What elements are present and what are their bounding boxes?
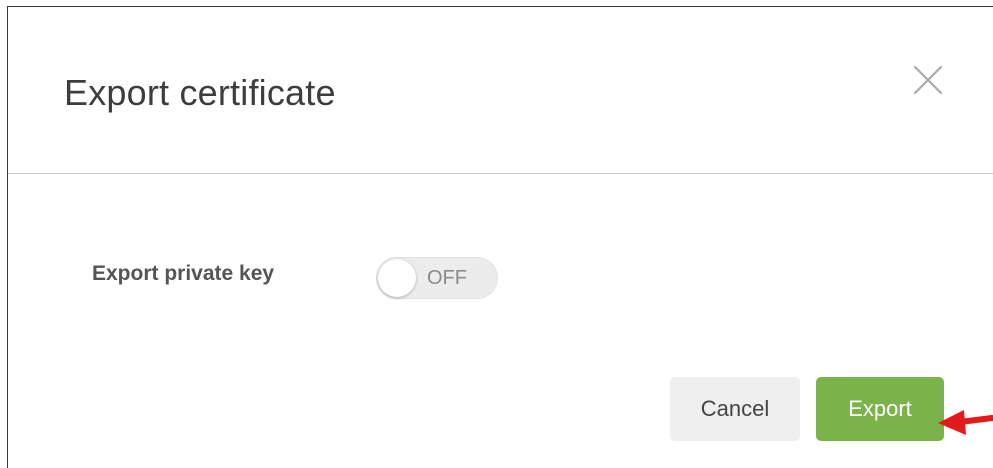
- close-icon: [913, 65, 943, 95]
- frame-left-border: [7, 6, 8, 468]
- close-button[interactable]: [910, 62, 946, 98]
- toggle-state-text: OFF: [427, 267, 467, 289]
- export-button[interactable]: Export: [816, 377, 944, 441]
- frame-top-border: [7, 6, 993, 7]
- cancel-button[interactable]: Cancel: [670, 377, 800, 441]
- red-arrow-icon: [938, 410, 993, 435]
- dialog-title: Export certificate: [64, 72, 336, 113]
- export-private-key-toggle[interactable]: OFF: [376, 257, 498, 299]
- export-certificate-dialog: Export certificate Export private key OF…: [0, 0, 993, 468]
- header-divider: [8, 173, 993, 174]
- toggle-knob: [378, 259, 416, 297]
- export-private-key-label: Export private key: [92, 262, 275, 285]
